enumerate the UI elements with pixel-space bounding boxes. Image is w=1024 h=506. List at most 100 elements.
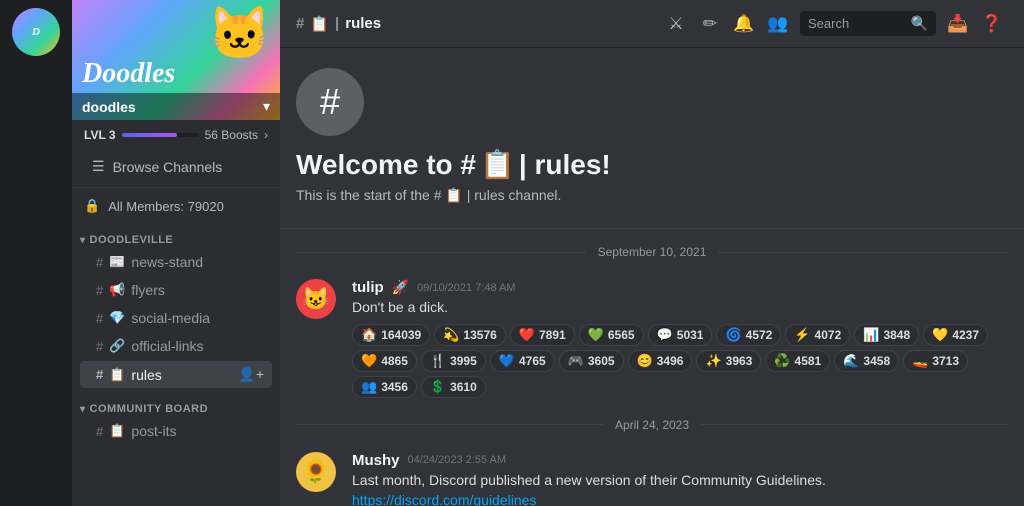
topbar-channel-name: rules bbox=[345, 15, 381, 32]
channel-name-official-links: official-links bbox=[131, 338, 264, 354]
welcome-title-prefix: Welcome to # bbox=[296, 149, 476, 181]
channel-item-post-its[interactable]: # 📋 post-its bbox=[80, 418, 272, 444]
server-icon[interactable]: D bbox=[12, 8, 60, 56]
welcome-title-suffix: | rules! bbox=[519, 149, 611, 181]
edit-icon[interactable]: ✏ bbox=[694, 8, 726, 40]
reaction-16[interactable]: 🌊3458 bbox=[834, 350, 899, 372]
channel-name-flyers: flyers bbox=[131, 282, 264, 298]
message-text-tulip: Don't be a dick. bbox=[352, 298, 1008, 318]
topbar-separator: | bbox=[335, 15, 339, 32]
inbox-icon[interactable]: 📥 bbox=[942, 8, 974, 40]
hash-symbol: # bbox=[320, 81, 340, 123]
message-header-mushy: Mushy 04/24/2023 2:55 AM bbox=[352, 452, 1008, 469]
server-banner[interactable]: Doodles doodles ▾ 🐱 bbox=[72, 0, 280, 120]
boost-progress bbox=[122, 133, 199, 137]
hash-icon: # bbox=[96, 283, 103, 298]
emoji-reactions-tulip: 🏠164039 💫13576 ❤️7891 💚6565 💬5031 🌀4572 … bbox=[352, 324, 1008, 398]
category-label: DOODLEVILLE bbox=[90, 234, 174, 246]
channel-sidebar: Doodles doodles ▾ 🐱 LVL 3 56 Boosts › ☰ … bbox=[72, 0, 280, 506]
avatar-emoji-tulip: 😺 bbox=[302, 286, 329, 312]
welcome-desc-suffix: | rules channel. bbox=[463, 187, 562, 203]
date-divider-text-2: April 24, 2023 bbox=[615, 418, 689, 432]
discord-guidelines-link[interactable]: https://discord.com/guidelines bbox=[352, 492, 536, 506]
browse-channels-icon: ☰ bbox=[92, 158, 105, 175]
category-doodleville[interactable]: ▾ DOODLEVILLE bbox=[72, 220, 280, 248]
topbar-hash-icon: # bbox=[296, 15, 304, 32]
messages-area: # Welcome to # 📋 | rules! This is the st… bbox=[280, 48, 1024, 506]
message-timestamp-tulip: 09/10/2021 7:48 AM bbox=[417, 282, 515, 294]
channel-add-member-icon[interactable]: 👤+ bbox=[238, 366, 264, 383]
message-timestamp-mushy: 04/24/2023 2:55 AM bbox=[408, 454, 506, 466]
divider-line-right bbox=[718, 252, 1008, 253]
channel-item-official-links[interactable]: # 🔗 official-links bbox=[80, 333, 272, 359]
search-icon: 🔍 bbox=[911, 15, 928, 32]
browse-channels-label: Browse Channels bbox=[113, 159, 223, 175]
boost-level: LVL 3 bbox=[84, 128, 116, 142]
reaction-12[interactable]: 🎮3605 bbox=[559, 350, 624, 372]
reaction-15[interactable]: ♻️4581 bbox=[765, 350, 830, 372]
hash-icon: # bbox=[96, 424, 103, 439]
topbar-channel-emoji: 📋 bbox=[310, 15, 329, 33]
avatar-mushy[interactable]: 🌻 bbox=[296, 452, 336, 492]
reaction-7[interactable]: 📊3848 bbox=[854, 324, 919, 346]
message-mushy: 🌻 Mushy 04/24/2023 2:55 AM Last month, D… bbox=[280, 448, 1024, 506]
reaction-5[interactable]: 🌀4572 bbox=[716, 324, 781, 346]
channel-name-social-media: social-media bbox=[131, 310, 264, 326]
reaction-4[interactable]: 💬5031 bbox=[648, 324, 713, 346]
channel-name-rules: rules bbox=[131, 367, 232, 383]
category-label-2: COMMUNITY BOARD bbox=[90, 403, 209, 415]
category-community-board[interactable]: ▾ COMMUNITY BOARD bbox=[72, 389, 280, 417]
category-chevron-icon: ▾ bbox=[80, 235, 86, 246]
server-dropdown-icon[interactable]: ▾ bbox=[263, 98, 270, 115]
channel-item-flyers[interactable]: # 📢 flyers bbox=[80, 277, 272, 303]
message-author-tulip[interactable]: tulip bbox=[352, 279, 384, 296]
members-icon[interactable]: 👥 bbox=[762, 8, 794, 40]
reaction-2[interactable]: ❤️7891 bbox=[510, 324, 575, 346]
bell-icon[interactable]: 🔔 bbox=[728, 8, 760, 40]
date-divider-apr2023: April 24, 2023 bbox=[280, 410, 1024, 440]
lock-icon: 🔒 bbox=[84, 198, 100, 214]
channel-emoji-social-media: 💎 bbox=[109, 310, 125, 326]
help-icon[interactable]: ❓ bbox=[976, 8, 1008, 40]
reaction-11[interactable]: 💙4765 bbox=[490, 350, 555, 372]
search-bar[interactable]: Search 🔍 bbox=[800, 11, 936, 36]
slash-command-icon[interactable]: ⚔ bbox=[660, 8, 692, 40]
reaction-9[interactable]: 🧡4865 bbox=[352, 350, 417, 372]
channel-welcome-title: Welcome to # 📋 | rules! bbox=[296, 148, 1008, 181]
reaction-13[interactable]: 😊3496 bbox=[628, 350, 693, 372]
message-link-mushy[interactable]: https://discord.com/guidelines bbox=[352, 492, 1008, 506]
reaction-18[interactable]: 👥3456 bbox=[352, 376, 417, 398]
hash-icon: # bbox=[96, 339, 103, 354]
sidebar-divider-1 bbox=[72, 187, 280, 188]
main-content: # 📋 | rules ⚔ ✏ 🔔 👥 Search 🔍 📥 ❓ # Welc bbox=[280, 0, 1024, 506]
topbar-icons: ⚔ ✏ 🔔 👥 Search 🔍 📥 ❓ bbox=[660, 8, 1008, 40]
reaction-17[interactable]: 🚤3713 bbox=[903, 350, 968, 372]
channel-item-news-stand[interactable]: # 📰 news-stand bbox=[80, 249, 272, 275]
hash-icon: # bbox=[96, 311, 103, 326]
reaction-0[interactable]: 🏠164039 bbox=[352, 324, 430, 346]
boost-chevron-icon[interactable]: › bbox=[264, 128, 268, 142]
server-icon-column: D bbox=[0, 0, 72, 506]
server-banner-title: Doodles bbox=[82, 58, 175, 90]
reaction-19[interactable]: 💲3610 bbox=[421, 376, 486, 398]
welcome-title-emoji: 📋 bbox=[480, 148, 515, 181]
avatar-tulip[interactable]: 😺 bbox=[296, 279, 336, 319]
reaction-3[interactable]: 💚6565 bbox=[579, 324, 644, 346]
reaction-8[interactable]: 💛4237 bbox=[923, 324, 988, 346]
message-content-tulip: tulip 🚀 09/10/2021 7:48 AM Don't be a di… bbox=[352, 279, 1008, 398]
browse-channels-button[interactable]: ☰ Browse Channels bbox=[80, 152, 272, 181]
reaction-14[interactable]: ✨3963 bbox=[696, 350, 761, 372]
divider-line-left-2 bbox=[296, 424, 603, 425]
reaction-6[interactable]: ⚡4072 bbox=[785, 324, 850, 346]
reaction-10[interactable]: 🍴3995 bbox=[421, 350, 486, 372]
channel-name-news-stand: news-stand bbox=[131, 254, 264, 270]
date-divider-sep2021: September 10, 2021 bbox=[280, 237, 1024, 267]
server-name: doodles bbox=[82, 99, 136, 115]
message-author-mushy[interactable]: Mushy bbox=[352, 452, 400, 469]
members-count-label: All Members: 79020 bbox=[108, 199, 224, 214]
category-chevron-icon-2: ▾ bbox=[80, 404, 86, 415]
reaction-1[interactable]: 💫13576 bbox=[434, 324, 506, 346]
welcome-desc-prefix: This is the start of the # bbox=[296, 187, 445, 203]
channel-item-social-media[interactable]: # 💎 social-media bbox=[80, 305, 272, 331]
channel-item-rules[interactable]: # 📋 rules 👤+ bbox=[80, 361, 272, 388]
